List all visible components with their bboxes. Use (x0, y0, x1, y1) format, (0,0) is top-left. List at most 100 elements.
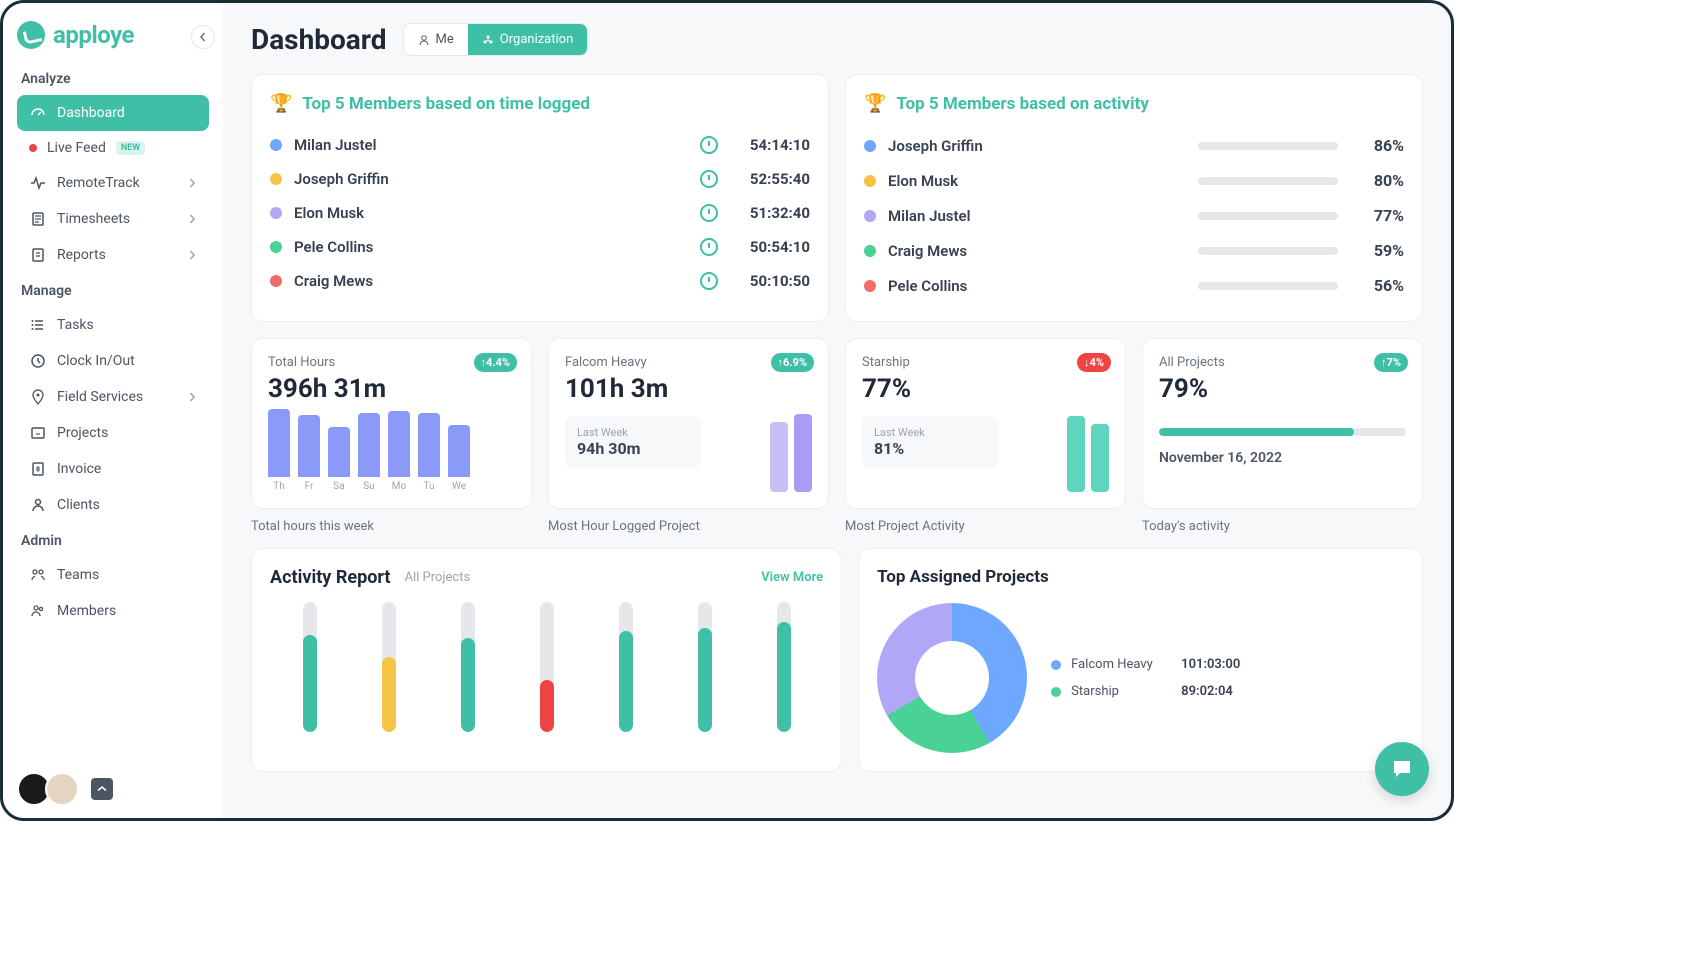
clock-icon (700, 136, 718, 154)
main-content: Dashboard Me Organization 🏆 Top 5 Member… (223, 3, 1451, 818)
member-name: Elon Musk (888, 172, 1186, 190)
sidebar-section-label: Admin (21, 533, 205, 549)
member-name: Craig Mews (888, 242, 1186, 260)
team-icon (29, 566, 47, 584)
member-time: 51:32:40 (738, 204, 810, 222)
chevron-right-icon (187, 392, 197, 402)
member-name: Elon Musk (294, 204, 688, 222)
sidebar-item-invoice[interactable]: Invoice (17, 451, 209, 487)
activity-bar-chart (270, 602, 823, 732)
sidebar-section-label: Analyze (21, 71, 205, 87)
member-row[interactable]: Joseph Griffin86% (864, 128, 1404, 163)
card-top-members-activity: 🏆 Top 5 Members based on activity Joseph… (845, 74, 1423, 322)
donut-chart (877, 603, 1027, 753)
member-row[interactable]: Joseph Griffin52:55:40 (270, 162, 810, 196)
clock-icon (700, 170, 718, 188)
doc-icon (29, 246, 47, 264)
member-row[interactable]: Pele Collins56% (864, 268, 1404, 303)
stat-card-all-projects: ↑7% All Projects 79% November 16, 2022 (1142, 338, 1423, 509)
member-dot-icon (270, 241, 282, 253)
nav-label: Timesheets (57, 211, 130, 227)
stat-caption: Today's activity (1142, 519, 1423, 534)
mini-bar-label: Mo (392, 481, 406, 492)
sidebar-item-tasks[interactable]: Tasks (17, 307, 209, 343)
activity-bar (698, 602, 712, 732)
mini-bar (448, 425, 470, 477)
donut-legend: Falcom Heavy101:03:00Starship89:02:04 (1051, 651, 1240, 705)
activity-bar (1198, 247, 1338, 255)
brand-name: apploye (53, 21, 134, 49)
segment-me[interactable]: Me (404, 24, 468, 55)
chevron-right-icon (187, 178, 197, 188)
activity-bar (1198, 177, 1338, 185)
sidebar-item-remotetrack[interactable]: RemoteTrack (17, 165, 209, 201)
sidebar-item-teams[interactable]: Teams (17, 557, 209, 593)
trophy-icon: 🏆 (864, 93, 886, 114)
sidebar-item-field-services[interactable]: Field Services (17, 379, 209, 415)
stat-value: 101h 3m (565, 374, 812, 404)
legend-name: Starship (1071, 684, 1171, 699)
legend-item[interactable]: Falcom Heavy101:03:00 (1051, 651, 1240, 678)
twin-bars-icon (770, 414, 812, 492)
member-row[interactable]: Milan Justel54:14:10 (270, 128, 810, 162)
member-dot-icon (270, 139, 282, 151)
stat-caption: Total hours this week (251, 519, 532, 534)
mini-bar-label: Su (363, 481, 374, 492)
member-name: Pele Collins (888, 277, 1186, 295)
mini-bar-col: Tu (418, 413, 440, 492)
activity-bar (1198, 142, 1338, 150)
sidebar-item-clients[interactable]: Clients (17, 487, 209, 523)
member-time: 52:55:40 (738, 170, 810, 188)
nav-label: Invoice (57, 461, 101, 477)
member-dot-icon (864, 175, 876, 187)
twin-bars-icon (1067, 416, 1109, 492)
view-more-link[interactable]: View More (761, 570, 823, 585)
legend-value: 101:03:00 (1181, 657, 1240, 672)
clock-icon (700, 238, 718, 256)
sidebar-item-reports[interactable]: Reports (17, 237, 209, 273)
activity-bar (1198, 212, 1338, 220)
sidebar-item-projects[interactable]: Projects (17, 415, 209, 451)
nav-label: Clock In/Out (57, 353, 135, 369)
member-row[interactable]: Elon Musk80% (864, 163, 1404, 198)
member-time: 54:14:10 (738, 136, 810, 154)
stat-caption: Most Hour Logged Project (548, 519, 829, 534)
stat-value: 77% (862, 374, 1109, 404)
member-row[interactable]: Milan Justel77% (864, 198, 1404, 233)
sidebar-item-timesheets[interactable]: Timesheets (17, 201, 209, 237)
member-row[interactable]: Craig Mews59% (864, 233, 1404, 268)
avatar[interactable] (45, 772, 79, 806)
activity-report-subtitle: All Projects (405, 570, 471, 585)
mini-bar-col: Mo (388, 411, 410, 492)
member-dot-icon (270, 275, 282, 287)
segment-org-label: Organization (500, 32, 573, 47)
sidebar-item-live-feed[interactable]: Live FeedNEW (17, 131, 209, 165)
chat-fab-button[interactable] (1375, 742, 1429, 796)
delta-badge: ↑4.4% (474, 353, 517, 372)
legend-item[interactable]: Starship89:02:04 (1051, 678, 1240, 705)
member-row[interactable]: Craig Mews50:10:50 (270, 264, 810, 298)
segment-me-label: Me (436, 32, 454, 47)
folder-icon (29, 424, 47, 442)
sidebar-collapse-button[interactable] (191, 25, 215, 49)
chevron-right-icon (187, 214, 197, 224)
mini-bar (328, 427, 350, 477)
member-time: 50:54:10 (738, 238, 810, 256)
segment-organization[interactable]: Organization (468, 24, 587, 55)
stat-date: November 16, 2022 (1159, 450, 1406, 466)
sidebar-item-dashboard[interactable]: Dashboard (17, 95, 209, 131)
nav-label: Dashboard (57, 105, 125, 121)
sidebar-item-members[interactable]: Members (17, 593, 209, 629)
lastweek-label: Last Week (577, 426, 689, 439)
member-row[interactable]: Pele Collins 50:54:10 (270, 230, 810, 264)
member-row[interactable]: Elon Musk 51:32:40 (270, 196, 810, 230)
pulse-icon (29, 174, 47, 192)
nav-label: Clients (57, 497, 100, 513)
badge-new: NEW (116, 141, 145, 155)
sidebar-item-clock-in-out[interactable]: Clock In/Out (17, 343, 209, 379)
mini-bar (358, 413, 380, 477)
scroll-up-button[interactable] (91, 778, 113, 800)
mini-bar-label: Tu (423, 481, 434, 492)
member-name: Pele Collins (294, 238, 688, 256)
nav-label: Tasks (57, 317, 94, 333)
